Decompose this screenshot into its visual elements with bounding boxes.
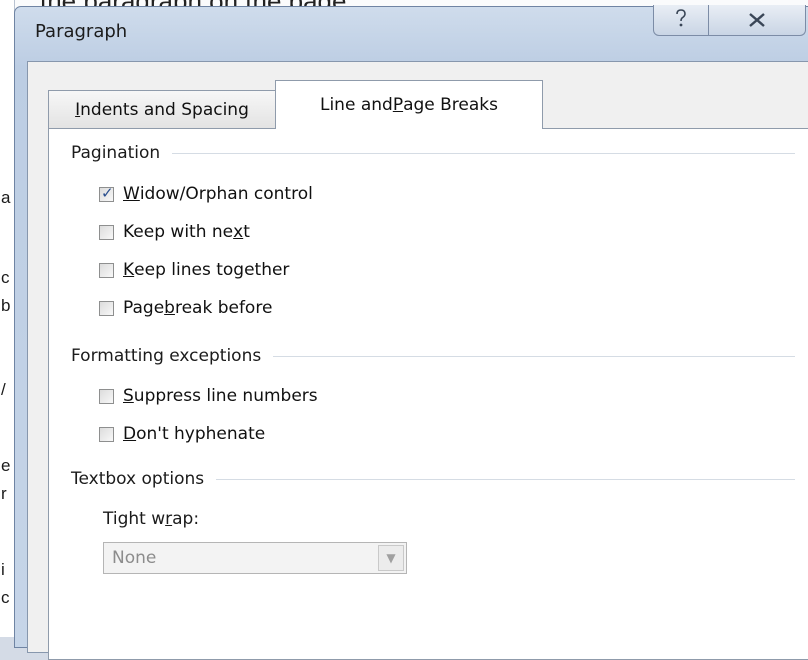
doc-letter: c [1,588,10,607]
dont-hyphenate-checkbox[interactable]: Don't hyphenate [99,424,265,444]
tab-panel: Pagination Widow/Orphan control Keep wit… [48,128,808,660]
textbox-options-group-header: Textbox options [71,469,795,489]
checkbox-icon[interactable] [99,426,114,442]
page-break-before-checkbox[interactable]: Page b reak before [99,298,272,318]
keep-with-next-checkbox[interactable]: Keep with ne x t [99,222,250,242]
group-title: Formatting exceptions [71,346,262,366]
group-title: Textbox options [71,469,205,489]
tab-line-and-page-breaks[interactable]: Line and Page Breaks [275,80,543,129]
group-divider [216,478,795,480]
checkbox-icon[interactable] [99,224,114,240]
doc-letter: e [1,456,11,475]
paragraph-dialog: Paragraph Indents and Spacing Line and P… [14,5,808,660]
doc-letter: a [1,188,11,207]
keep-lines-together-checkbox[interactable]: Keep lines together [99,260,289,280]
checkbox-label-accelerator: K [123,260,135,280]
checkbox-label: idow/Orphan control [139,184,313,204]
checkbox-label: t [243,222,250,242]
label-text: Tight w [103,509,166,529]
doc-letter: / [1,380,6,399]
widow-orphan-control-checkbox[interactable]: Widow/Orphan control [99,184,313,204]
suppress-line-numbers-checkbox[interactable]: Suppress line numbers [99,386,318,406]
chevron-down-icon[interactable]: ▼ [378,545,404,571]
checkbox-label-accelerator: W [123,184,140,204]
doc-letter: c [1,268,10,287]
checkbox-label-accelerator: D [123,424,137,444]
group-divider [172,152,795,154]
doc-letter: r [1,484,7,503]
group-divider [273,355,795,357]
close-icon [748,8,766,32]
document-left-edge: a c b / e r i c [0,0,15,637]
tab-label: age Breaks [403,95,499,115]
dialog-title: Paragraph [35,21,128,42]
help-icon [674,8,688,33]
select-value: None [112,548,157,568]
tab-label: ndents and Spacing [80,99,249,120]
checkbox-label-accelerator: S [123,386,134,406]
help-button[interactable] [653,5,709,36]
checkbox-label: reak before [174,298,273,318]
label-text: ap: [172,509,200,529]
tab-label-accelerator: P [392,95,404,115]
checkbox-label: Keep with ne [123,222,234,242]
checkbox-label-accelerator: b [164,298,175,318]
tight-wrap-label: Tight wrap: [103,509,199,529]
tab-label: Line and [319,95,393,115]
checkbox-icon[interactable] [99,300,114,316]
pagination-group-header: Pagination [71,143,795,163]
doc-letter: i [1,560,5,579]
checkbox-label-accelerator: x [233,222,244,242]
doc-letter: b [1,296,11,315]
dialog-client-area: Indents and Spacing Line and Page Breaks… [27,61,808,660]
formatting-exceptions-group-header: Formatting exceptions [71,346,795,366]
checkbox-label: uppress line numbers [133,386,318,406]
tight-wrap-select[interactable]: None ▼ [103,542,407,574]
group-title: Pagination [71,143,161,163]
checkbox-icon[interactable] [99,262,114,278]
checkbox-label: Page [123,298,165,318]
checkbox-label: on't hyphenate [136,424,266,444]
title-buttons [653,5,808,41]
close-button[interactable] [709,5,806,36]
tab-indents-and-spacing[interactable]: Indents and Spacing [48,90,276,128]
checkbox-icon[interactable] [99,388,114,404]
checkbox-label: eep lines together [134,260,290,280]
checkbox-checked-icon[interactable] [99,184,114,202]
